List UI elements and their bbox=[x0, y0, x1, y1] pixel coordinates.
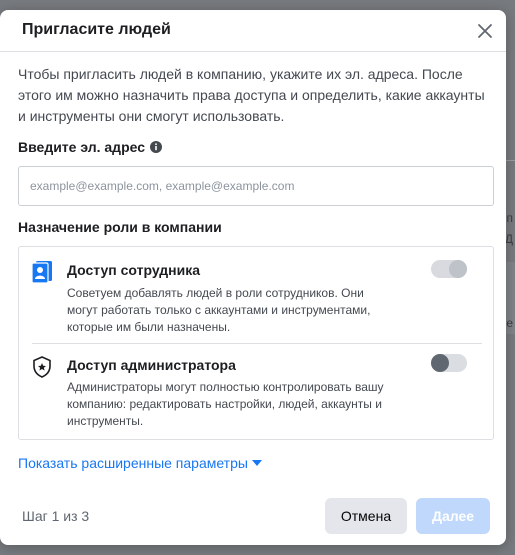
role-option-employee[interactable]: Доступ сотрудника Советуем добавлять люд… bbox=[19, 247, 493, 343]
email-label: Введите эл. адрес bbox=[18, 139, 163, 155]
dialog-title: Пригласите людей bbox=[22, 21, 171, 38]
advanced-link-label: Показать расширенные параметры bbox=[18, 455, 248, 471]
toggle-knob bbox=[449, 260, 467, 278]
background-text: п bbox=[506, 211, 514, 225]
show-advanced-options-link[interactable]: Показать расширенные параметры bbox=[18, 455, 262, 471]
dialog-intro-text: Чтобы пригласить людей в компанию, укажи… bbox=[18, 66, 485, 124]
admin-shield-icon bbox=[33, 356, 51, 378]
next-button[interactable]: Далее bbox=[416, 498, 490, 534]
caret-down-icon bbox=[251, 460, 262, 466]
background-text: е bbox=[506, 316, 513, 330]
employee-badge-icon bbox=[32, 261, 52, 283]
cancel-button[interactable]: Отмена bbox=[325, 498, 407, 534]
roles-list: Доступ сотрудника Советуем добавлять люд… bbox=[18, 246, 494, 440]
close-icon bbox=[478, 24, 492, 38]
invite-people-dialog: Пригласите людей Чтобы пригласить людей … bbox=[0, 10, 506, 545]
role-description: Администраторы могут полностью контролир… bbox=[67, 380, 384, 428]
role-description: Советуем добавлять людей в роли сотрудни… bbox=[67, 286, 371, 334]
role-option-admin[interactable]: Доступ администратора Администраторы мог… bbox=[19, 344, 493, 440]
role-title: Доступ администратора bbox=[67, 357, 236, 373]
email-input[interactable] bbox=[18, 166, 494, 206]
admin-access-toggle[interactable] bbox=[431, 354, 467, 372]
dialog-header: Пригласите людей bbox=[0, 10, 506, 52]
step-indicator: Шаг 1 из 3 bbox=[22, 508, 90, 524]
footer-divider bbox=[0, 483, 506, 484]
background-text: Д bbox=[504, 232, 513, 246]
role-heading: Назначение роли в компании bbox=[18, 219, 222, 235]
employee-access-toggle[interactable] bbox=[431, 260, 467, 278]
email-label-text: Введите эл. адрес bbox=[18, 139, 146, 155]
toggle-knob bbox=[431, 354, 449, 372]
close-button[interactable] bbox=[474, 20, 496, 42]
role-title: Доступ сотрудника bbox=[67, 262, 201, 278]
info-icon[interactable] bbox=[150, 141, 163, 153]
